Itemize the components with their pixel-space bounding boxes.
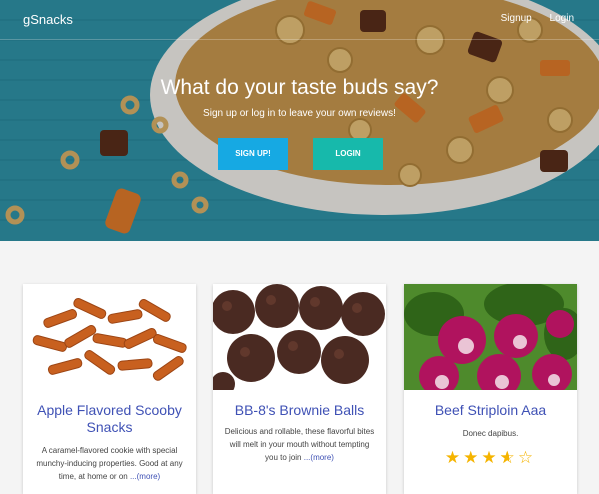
brownie-balls-image	[213, 284, 386, 390]
login-button[interactable]: LOGIN	[313, 138, 383, 170]
hero-banner: gSnacks Signup Login What do your taste …	[0, 0, 599, 241]
hero-title: What do your taste buds say?	[160, 76, 439, 99]
dog-biscuit-image	[23, 284, 196, 390]
hero-subtitle: Sign up or log in to leave your own revi…	[203, 108, 396, 119]
nav-links: Signup Login	[486, 13, 574, 24]
star-empty-icon: ☆	[517, 448, 537, 467]
signup-button[interactable]: SIGN UP!	[218, 138, 288, 170]
card-title[interactable]: BB-8's Brownie Balls	[219, 402, 380, 419]
brand-logo[interactable]: gSnacks	[23, 12, 73, 27]
card-description: A caramel-flavored cookie with special m…	[36, 446, 183, 481]
snack-card[interactable]: BB-8's Brownie Balls Delicious and rolla…	[213, 284, 386, 494]
nav-login-link[interactable]: Login	[550, 13, 574, 24]
top-navbar: gSnacks Signup Login	[0, 0, 599, 40]
star-full-icon: ★	[481, 448, 500, 467]
card-title[interactable]: Beef Striploin Aaa	[410, 402, 571, 419]
more-link[interactable]: ...(more)	[304, 453, 334, 462]
nav-signup-link[interactable]: Signup	[501, 13, 532, 24]
card-description: Delicious and rollable, these flavorful …	[224, 427, 375, 462]
radish-image	[404, 284, 577, 390]
star-rating: ★★★★☆☆	[404, 448, 577, 468]
star-half-icon: ★☆	[499, 448, 518, 467]
card-description: Donec dapibus.	[462, 429, 519, 438]
snack-card[interactable]: Beef Striploin Aaa Donec dapibus. ★★★★☆☆	[404, 284, 577, 494]
snack-card[interactable]: Apple Flavored Scooby Snacks A caramel-f…	[23, 284, 196, 494]
star-full-icon: ★	[463, 448, 482, 467]
star-full-icon: ★	[444, 448, 464, 467]
card-title[interactable]: Apple Flavored Scooby Snacks	[29, 402, 190, 436]
